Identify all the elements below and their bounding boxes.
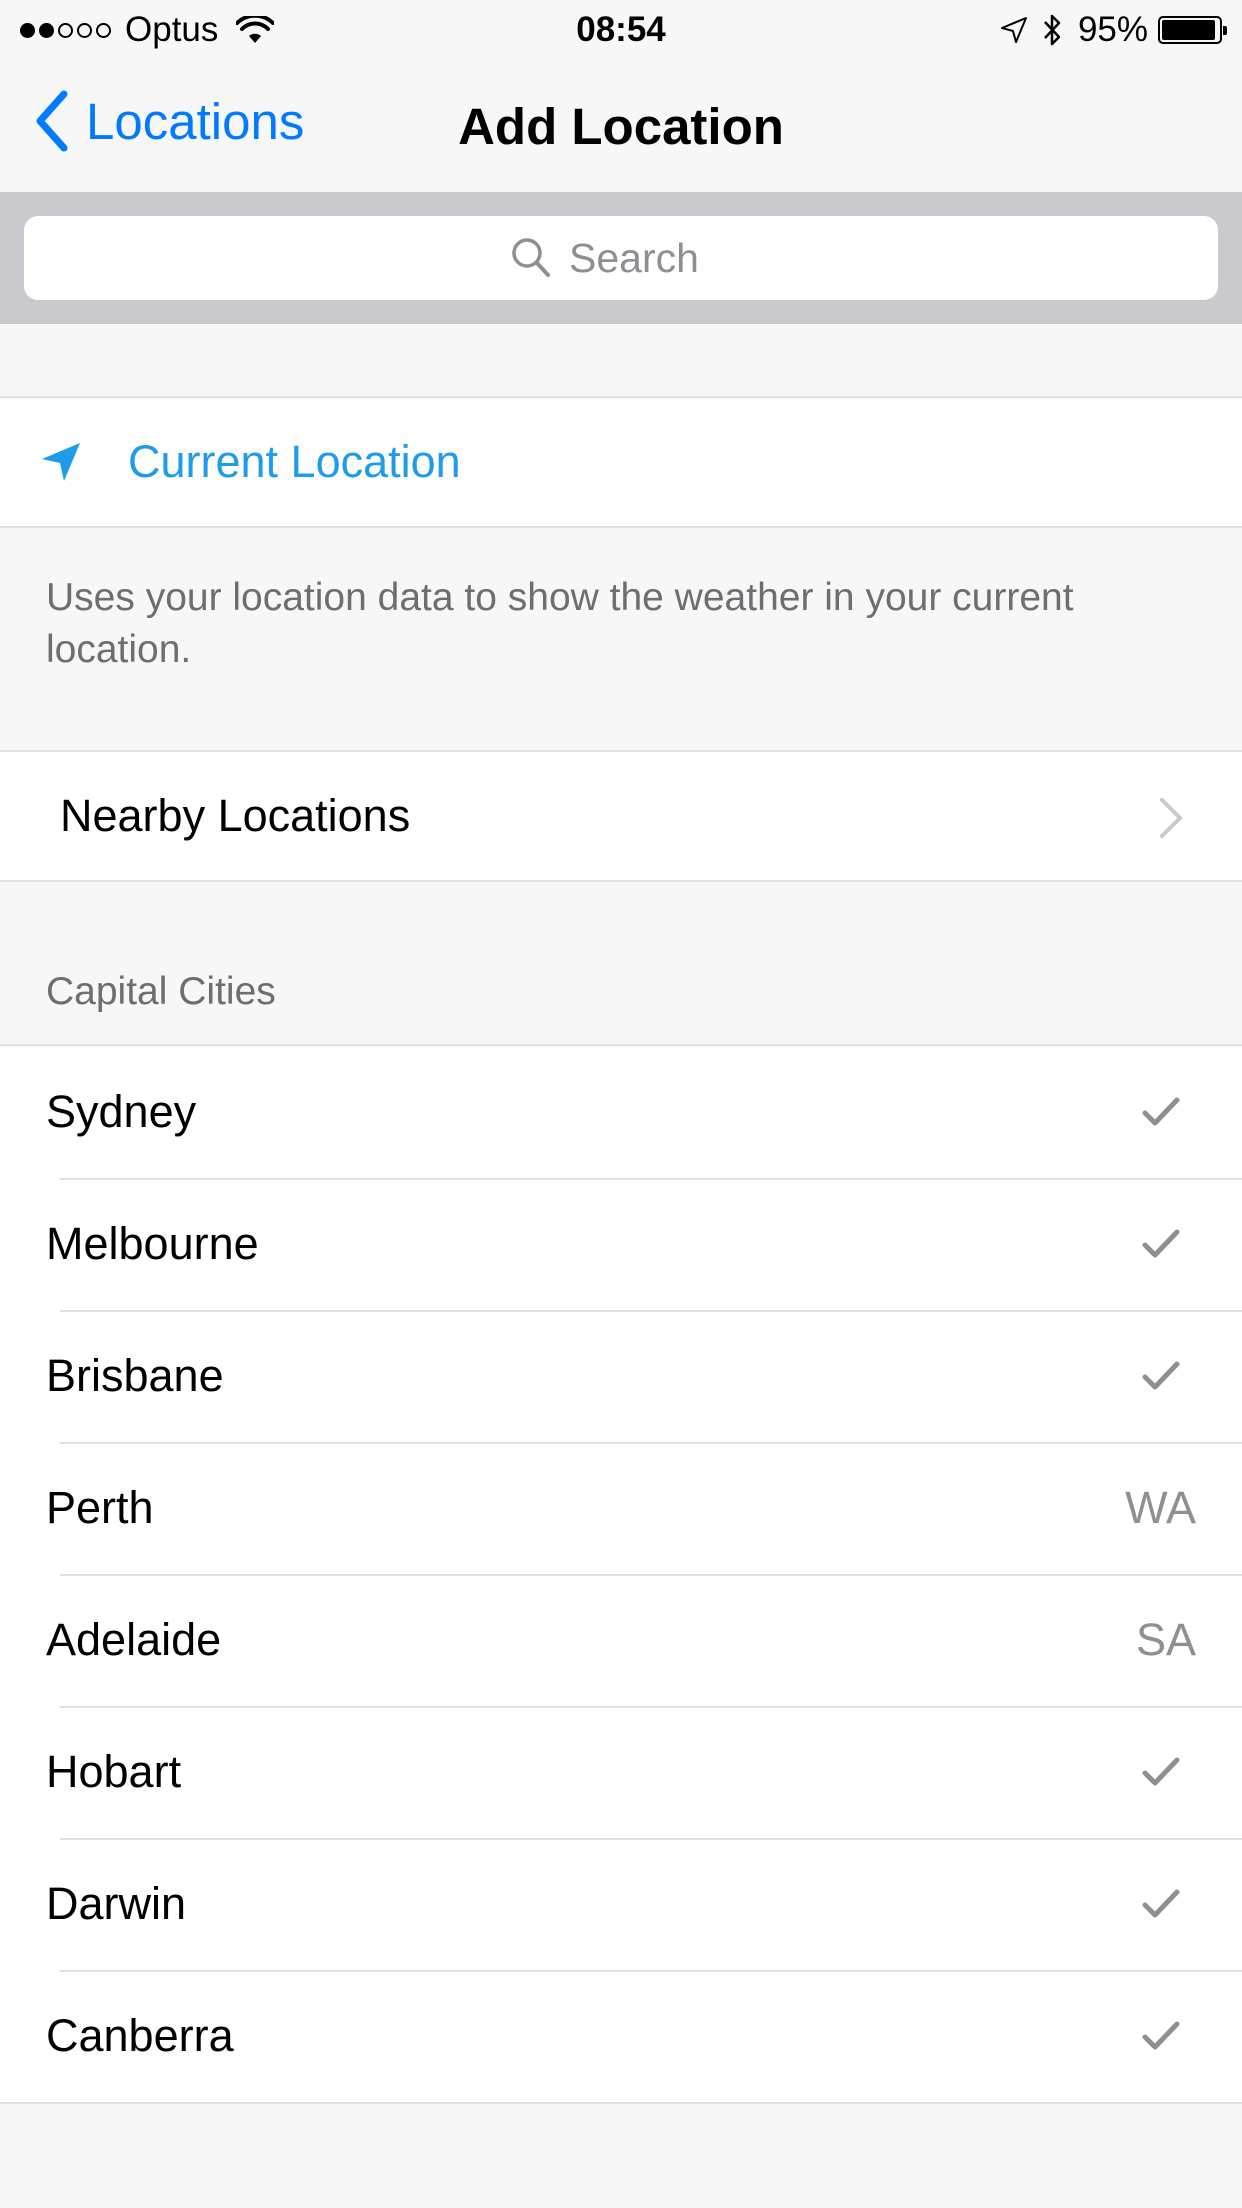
battery-icon [1158, 16, 1227, 44]
location-services-icon [1000, 17, 1027, 43]
city-row-perth[interactable]: Perth WA [0, 1442, 1242, 1574]
current-location-note: Uses your location data to show the weat… [46, 576, 1074, 671]
search-field[interactable] [24, 216, 1218, 300]
city-name: Darwin [46, 1878, 187, 1929]
nearby-locations-label: Nearby Locations [60, 790, 411, 841]
checkmark-icon [1142, 2021, 1180, 2050]
nearby-locations-row[interactable]: Nearby Locations [0, 750, 1242, 882]
search-bar [0, 192, 1242, 324]
status-bar: Optus 08:54 95% [0, 0, 1242, 60]
city-row-canberra[interactable]: Canberra [0, 1970, 1242, 2102]
city-name: Brisbane [46, 1350, 224, 1401]
city-name: Perth [46, 1482, 154, 1533]
search-input[interactable] [567, 233, 731, 283]
city-state-label: SA [1135, 1614, 1196, 1665]
current-location-row[interactable]: Current Location [0, 396, 1242, 528]
add-location-screen: Optus 08:54 95% Locations Add Location S… [0, 0, 1242, 2208]
section-header-capital-cities: Capital Cities [46, 970, 276, 1013]
current-location-label: Current Location [128, 436, 461, 487]
checkmark-icon [1142, 1757, 1180, 1786]
city-name: Adelaide [46, 1614, 222, 1665]
checkmark-icon [1142, 1097, 1180, 1126]
city-row-adelaide[interactable]: Adelaide SA [0, 1574, 1242, 1706]
capital-cities-list: Sydney Melbourne Brisbane Perth WA Adelaide SA… [0, 1044, 1242, 2104]
search-icon [512, 238, 550, 277]
city-name: Canberra [46, 2010, 234, 2061]
page-title: Add Location [458, 98, 784, 155]
city-state-label: WA [1125, 1482, 1196, 1533]
city-row-hobart[interactable]: Hobart [0, 1706, 1242, 1838]
city-name: Sydney [46, 1086, 197, 1137]
battery-percent: 95% [1077, 10, 1148, 49]
checkmark-icon [1142, 1229, 1180, 1258]
city-row-brisbane[interactable]: Brisbane [0, 1310, 1242, 1442]
city-name: Hobart [46, 1746, 182, 1797]
checkmark-icon [1142, 1361, 1180, 1390]
bluetooth-icon [1044, 14, 1061, 46]
checkmark-icon [1142, 1889, 1180, 1918]
chevron-right-icon [1160, 798, 1182, 838]
city-name: Melbourne [46, 1218, 259, 1269]
city-row-darwin[interactable]: Darwin [0, 1838, 1242, 1970]
city-row-melbourne[interactable]: Melbourne [0, 1178, 1242, 1310]
navigation-bar: Locations Add Location [0, 60, 1242, 192]
status-right: 95% [986, 10, 1227, 50]
city-row-sydney[interactable]: Sydney [0, 1046, 1242, 1178]
location-arrow-icon [42, 443, 80, 481]
